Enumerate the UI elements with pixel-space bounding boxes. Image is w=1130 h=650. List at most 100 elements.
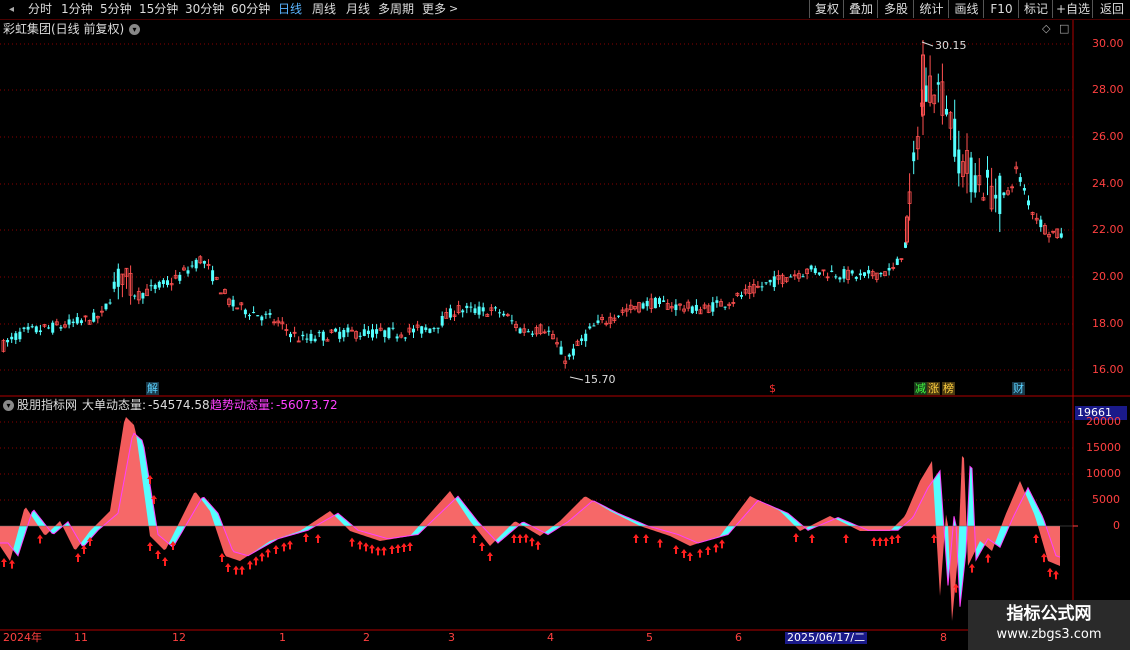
candle-body <box>945 108 948 115</box>
candle-body <box>653 297 657 309</box>
candle-body <box>190 265 194 267</box>
candle-body <box>6 339 10 343</box>
signal-arrow <box>809 534 815 543</box>
signal-arrow <box>259 552 265 562</box>
high-low-annotations <box>569 41 934 381</box>
candle-body <box>34 326 38 333</box>
y-tick: 20000 <box>1086 415 1121 428</box>
candle-body <box>248 315 251 317</box>
candle-body <box>321 331 325 341</box>
candle-body <box>30 326 34 328</box>
candle-body <box>371 329 374 338</box>
candle-body <box>674 304 678 311</box>
event-marker-unlock[interactable]: 解 <box>146 382 159 395</box>
candle-body <box>469 306 473 308</box>
candle-body <box>887 268 891 271</box>
x-tick: 8 <box>940 631 947 644</box>
candle-body <box>391 327 395 329</box>
signal-arrow <box>349 537 355 547</box>
candle-body <box>436 327 440 329</box>
candle-body <box>342 329 346 338</box>
candle-body <box>218 292 223 295</box>
signal-arrow <box>303 533 309 542</box>
y-tick: 0 <box>1113 519 1120 532</box>
candle-body <box>530 333 534 335</box>
signal-arrow <box>883 537 889 546</box>
candle-body <box>1027 200 1030 206</box>
y-tick: 16.00 <box>1092 363 1124 376</box>
signal-arrow <box>81 545 87 554</box>
signal-arrow <box>719 539 725 549</box>
candle-body <box>895 258 899 265</box>
signal-arrow <box>673 545 679 554</box>
signal-arrow <box>889 535 895 544</box>
y-tick: 28.00 <box>1092 83 1124 96</box>
y-tick: 24.00 <box>1092 177 1124 190</box>
event-marker-finance[interactable]: 财 <box>1012 382 1025 395</box>
candle-body <box>26 326 30 330</box>
candle-body <box>912 152 916 162</box>
signal-arrow <box>375 546 381 556</box>
y-tick: 18.00 <box>1092 317 1124 330</box>
x-tick: 5 <box>646 631 653 644</box>
candle-body <box>133 295 137 297</box>
diamond-icon[interactable]: ◇ <box>1042 22 1050 36</box>
candle-body <box>301 334 305 337</box>
signal-arrow <box>895 534 901 543</box>
square-icon[interactable]: □ <box>1059 22 1069 36</box>
candle-body <box>502 313 506 316</box>
candle-body <box>617 315 620 317</box>
candle-body <box>289 333 292 338</box>
candle-body <box>596 320 600 323</box>
candle-body <box>559 346 563 355</box>
x-tick: 2 <box>363 631 370 644</box>
chevron-down-icon[interactable]: ▾ <box>3 400 14 411</box>
chart-canvas[interactable] <box>0 0 1130 650</box>
candle-body <box>75 317 79 324</box>
stock-title[interactable]: 彩虹集团(日线 前复权) <box>3 22 124 36</box>
low-price-label: 15.70 <box>584 373 616 386</box>
signal-arrow <box>219 553 225 562</box>
candle-body <box>879 273 883 275</box>
signal-arrow <box>681 549 687 558</box>
signal-arrow <box>381 546 387 556</box>
event-marker-rank[interactable]: 榜 <box>942 382 955 395</box>
cursor-date-label: 2025/06/17/二 <box>785 631 868 644</box>
event-marker-reduce[interactable]: 减 <box>914 382 927 395</box>
event-marker-dollar[interactable]: $ <box>768 382 777 395</box>
signal-arrow <box>713 543 719 553</box>
candle-body <box>71 321 75 324</box>
candle-body <box>969 157 973 193</box>
candle-body <box>153 284 157 289</box>
indicator-value-1: -54574.58 <box>148 398 210 412</box>
candle-body <box>461 310 465 313</box>
signal-arrow <box>407 542 413 551</box>
candle-body <box>112 281 116 289</box>
candle-body <box>366 330 370 335</box>
signal-arrow <box>155 550 161 559</box>
watermark-url: www.zbgs3.com <box>996 627 1102 642</box>
candle-body <box>477 306 481 315</box>
candle-body <box>547 330 551 332</box>
candle-body <box>448 308 452 318</box>
x-tick: 6 <box>735 631 742 644</box>
candle-body <box>772 276 776 288</box>
candle-body <box>1059 233 1063 238</box>
candle-body <box>358 335 362 337</box>
signal-arrow <box>369 544 375 554</box>
indicator-name[interactable]: 股朋指标网 <box>17 398 77 412</box>
candle-body <box>383 330 387 337</box>
candle-body <box>957 149 961 174</box>
watermark-title: 指标公式网 <box>1006 604 1092 624</box>
candle-body <box>662 300 666 302</box>
signal-arrow <box>657 538 663 548</box>
low-pointer <box>569 376 584 381</box>
chevron-down-icon[interactable]: ▾ <box>129 24 140 35</box>
candle-body <box>813 268 817 274</box>
candle-body <box>1002 192 1006 196</box>
candle-body <box>768 279 772 283</box>
signal-arrow <box>233 565 239 575</box>
candle-body <box>690 306 694 313</box>
candle-body <box>1018 177 1022 182</box>
event-marker-limit[interactable]: 涨 <box>927 382 940 395</box>
